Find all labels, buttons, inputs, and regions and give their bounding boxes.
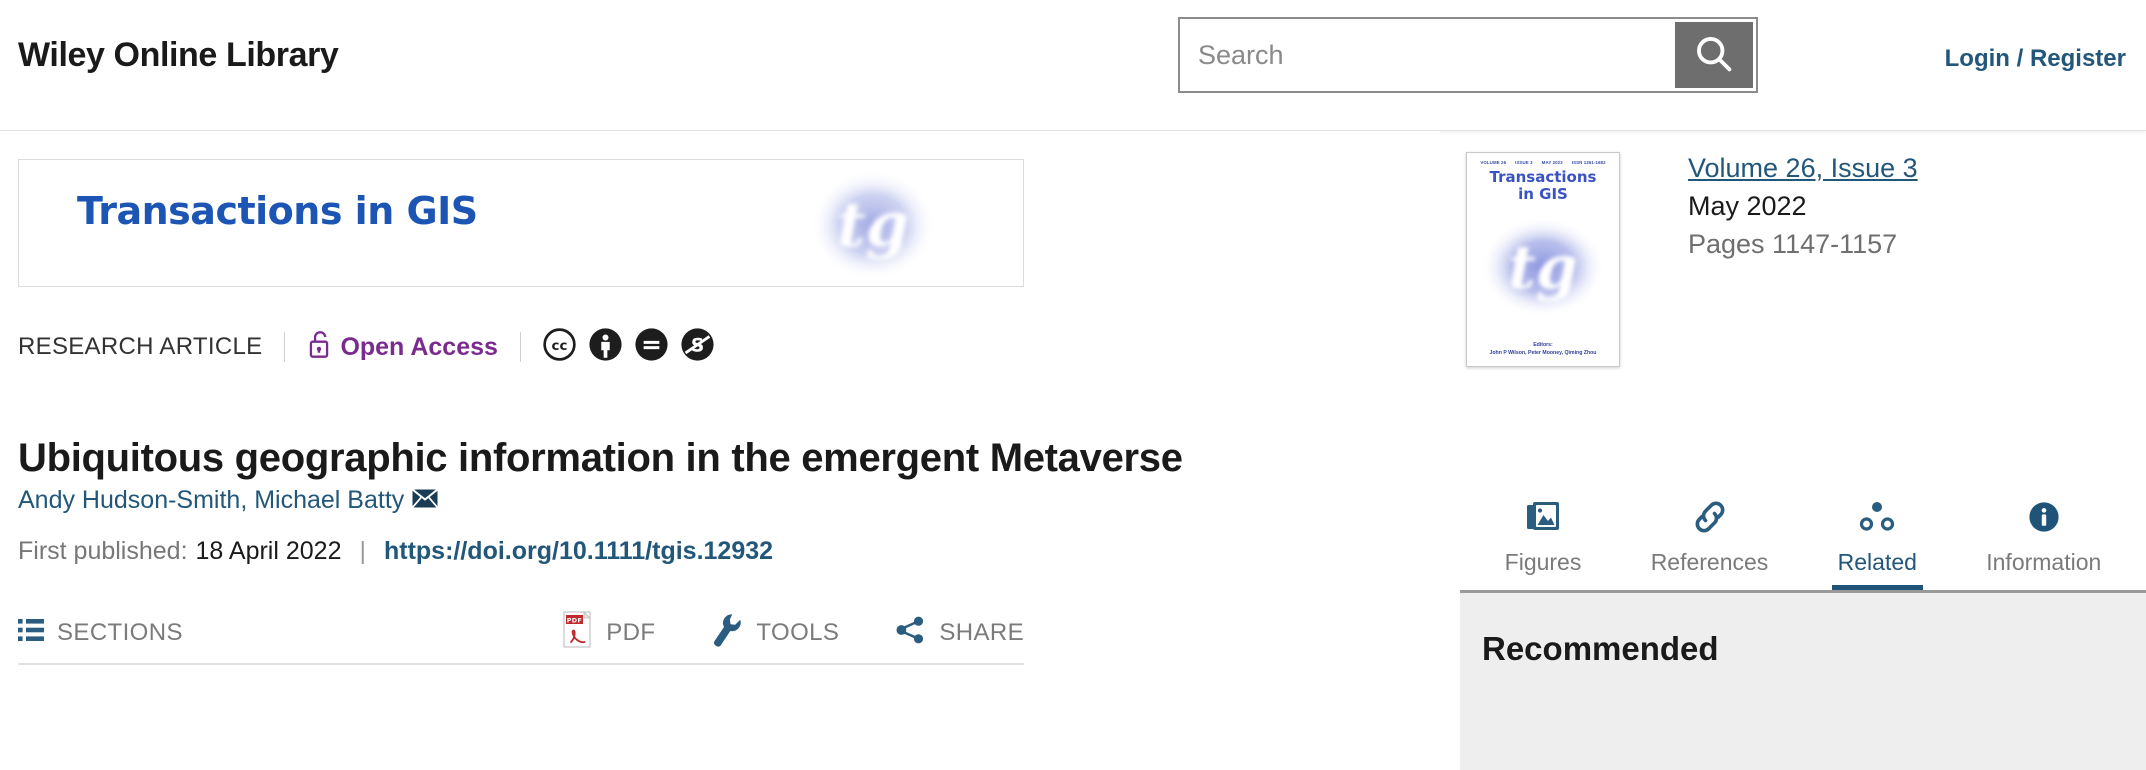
cover-title: Transactions in GIS bbox=[1467, 169, 1619, 203]
pub-separator: | bbox=[359, 537, 366, 565]
tab-references-label: References bbox=[1650, 549, 1769, 575]
svg-text:cc: cc bbox=[551, 339, 567, 354]
site-logo-wiley-online-library[interactable]: Wiley Online Library bbox=[18, 36, 339, 75]
cover-masthead: VOLUME 26 ISSUE 3 MAY 2022 ISSN 1361-168… bbox=[1467, 160, 1619, 165]
journal-cover-thumbnail[interactable]: VOLUME 26 ISSUE 3 MAY 2022 ISSN 1361-168… bbox=[1466, 152, 1620, 367]
info-icon bbox=[2027, 497, 2061, 537]
share-label: SHARE bbox=[939, 619, 1024, 646]
pdf-label: PDF bbox=[606, 619, 656, 646]
authors-names: Andy Hudson-Smith, Michael Batty bbox=[18, 486, 405, 514]
sidebar-tabs: Figures References Related Information bbox=[1460, 494, 2146, 592]
doi-link[interactable]: https://doi.org/10.1111/tgis.12932 bbox=[384, 537, 773, 566]
recommended-panel: Recommended bbox=[1460, 590, 2146, 770]
search-icon bbox=[1692, 32, 1736, 79]
tools-label: TOOLS bbox=[756, 619, 840, 646]
open-access-label: Open Access bbox=[340, 332, 498, 361]
meta-divider-2 bbox=[519, 332, 521, 362]
svg-text:tg: tg bbox=[1508, 233, 1578, 303]
cover-volume: VOLUME 26 bbox=[1480, 160, 1507, 165]
search-submit-button[interactable] bbox=[1675, 22, 1753, 88]
article-main-column: Transactions in GIS tg RESEARCH ARTICLE bbox=[0, 131, 1440, 770]
sections-label: SECTIONS bbox=[57, 619, 183, 646]
cover-editors-label: Editors: bbox=[1533, 341, 1553, 348]
link-icon bbox=[1691, 497, 1729, 537]
cover-tg-logo-icon: tg bbox=[1473, 211, 1613, 323]
tools-button[interactable]: TOOLS bbox=[711, 612, 839, 655]
related-nodes-icon bbox=[1858, 497, 1896, 537]
publication-info: First published: 18 April 2022 | https:/… bbox=[18, 537, 773, 566]
wrench-icon bbox=[711, 612, 743, 655]
tab-related[interactable]: Related bbox=[1831, 497, 1924, 592]
article-toolbar: SECTIONS PDF PDF TOOLS SHARE bbox=[18, 603, 1024, 665]
cover-editors: Editors: John P Wilson, Peter Mooney, Qi… bbox=[1467, 341, 1619, 357]
list-icon bbox=[18, 618, 44, 649]
journal-banner[interactable]: Transactions in GIS tg bbox=[18, 159, 1024, 287]
tab-figures-label: Figures bbox=[1504, 549, 1582, 575]
envelope-icon[interactable] bbox=[412, 486, 439, 515]
cc-icon: cc bbox=[543, 328, 576, 366]
cover-issn: ISSN 1361-1682 bbox=[1571, 160, 1606, 165]
article-meta-row: RESEARCH ARTICLE Open Access cc bbox=[18, 327, 714, 367]
creative-commons-license-icons[interactable]: cc S bbox=[543, 328, 714, 366]
search-input[interactable] bbox=[1180, 19, 1675, 91]
article-title: Ubiquitous geographic information in the… bbox=[18, 435, 1183, 480]
issue-info: Volume 26, Issue 3 May 2022 Pages 1147-1… bbox=[1688, 153, 2128, 260]
tab-related-label: Related bbox=[1837, 549, 1917, 575]
tg-journal-logo-icon: tg bbox=[803, 166, 943, 284]
tab-references[interactable]: References bbox=[1650, 497, 1769, 592]
cover-issue: ISSUE 3 bbox=[1515, 160, 1533, 165]
article-authors[interactable]: Andy Hudson-Smith, Michael Batty bbox=[18, 486, 439, 515]
article-sidebar: VOLUME 26 ISSUE 3 MAY 2022 ISSN 1361-168… bbox=[1460, 131, 2146, 770]
journal-banner-title: Transactions in GIS bbox=[77, 189, 478, 233]
meta-divider bbox=[284, 332, 286, 362]
cover-editors-names: John P Wilson, Peter Mooney, Qiming Zhou bbox=[1489, 349, 1597, 356]
search-bar bbox=[1178, 17, 1758, 93]
cc-nd-icon bbox=[635, 328, 668, 366]
cc-by-icon bbox=[589, 328, 622, 366]
issue-pages: Pages 1147-1157 bbox=[1688, 229, 1898, 259]
tab-information[interactable]: Information bbox=[1986, 497, 2101, 592]
recommended-title: Recommended bbox=[1482, 630, 1719, 667]
open-access-badge[interactable]: Open Access bbox=[307, 329, 498, 366]
figures-icon bbox=[1525, 497, 1561, 537]
cc-nc-icon: S bbox=[681, 328, 714, 366]
svg-text:tg: tg bbox=[837, 188, 909, 261]
cover-title-line1: Transactions bbox=[1489, 168, 1597, 186]
first-published-date: 18 April 2022 bbox=[195, 537, 342, 565]
pdf-button[interactable]: PDF PDF bbox=[563, 610, 656, 656]
share-button[interactable]: SHARE bbox=[895, 615, 1024, 652]
open-lock-icon bbox=[307, 329, 331, 366]
article-type-label: RESEARCH ARTICLE bbox=[18, 333, 263, 360]
volume-issue-link[interactable]: Volume 26, Issue 3 bbox=[1688, 153, 2128, 184]
site-header: Wiley Online Library Login / Register bbox=[0, 0, 2146, 131]
tab-figures[interactable]: Figures bbox=[1504, 497, 1582, 592]
sections-button[interactable]: SECTIONS bbox=[18, 618, 183, 649]
login-register-link[interactable]: Login / Register bbox=[1945, 45, 2126, 73]
pdf-icon: PDF bbox=[563, 610, 593, 656]
first-published-label: First published: bbox=[18, 537, 188, 565]
tab-information-label: Information bbox=[1986, 549, 2102, 575]
cover-date: MAY 2022 bbox=[1541, 160, 1563, 165]
svg-text:PDF: PDF bbox=[567, 616, 583, 624]
issue-date: May 2022 bbox=[1688, 191, 1807, 221]
share-nodes-icon bbox=[895, 615, 926, 652]
cover-title-line2: in GIS bbox=[1518, 184, 1568, 203]
